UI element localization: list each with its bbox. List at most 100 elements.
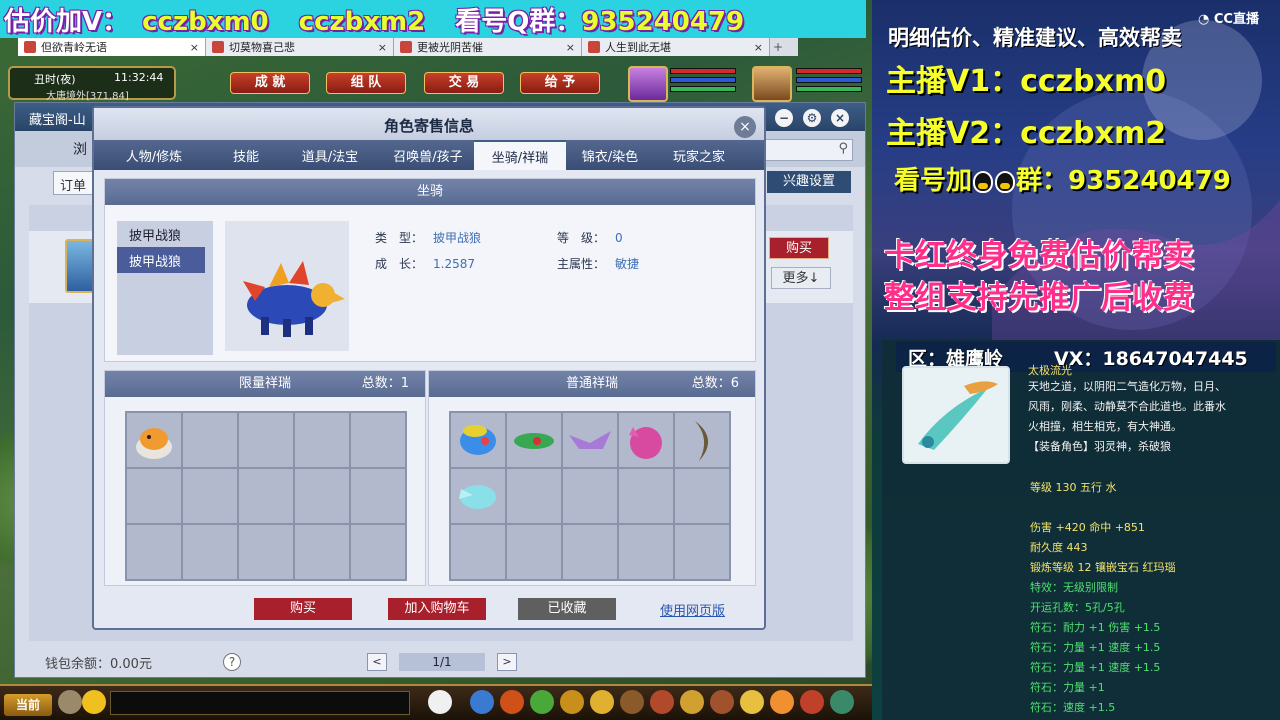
interest-settings-button[interactable]: 兴趣设置 bbox=[767, 171, 851, 193]
tab-close-icon[interactable]: × bbox=[190, 41, 199, 54]
player-portrait[interactable] bbox=[628, 66, 668, 102]
xiangrui-slot[interactable] bbox=[563, 469, 617, 523]
team-button[interactable]: 组 队 bbox=[326, 72, 406, 94]
xiangrui-slot[interactable] bbox=[295, 413, 349, 467]
xiangrui-slot[interactable] bbox=[507, 525, 561, 579]
tab-label: 切莫物喜己悲 bbox=[229, 41, 295, 54]
system-icon[interactable] bbox=[710, 690, 734, 714]
tab-close-icon[interactable]: × bbox=[566, 41, 575, 54]
mount-list-item-selected[interactable]: 披甲战狼 bbox=[117, 247, 205, 273]
xiangrui-slot[interactable] bbox=[451, 469, 505, 523]
settings-icon[interactable]: ⚙ bbox=[803, 109, 821, 127]
chat-input[interactable] bbox=[110, 691, 410, 715]
xiangrui-slot[interactable] bbox=[451, 413, 505, 467]
chat-channel-button[interactable]: 当前 bbox=[4, 694, 52, 716]
buy-button[interactable]: 购买 bbox=[254, 598, 352, 620]
pet-face-icon[interactable] bbox=[428, 690, 452, 714]
minimize-icon[interactable]: − bbox=[775, 109, 793, 127]
tab-home[interactable]: 玩家之家 bbox=[654, 140, 744, 170]
xiangrui-slot[interactable] bbox=[183, 525, 237, 579]
xiangrui-slot[interactable] bbox=[507, 469, 561, 523]
xiangrui-slot[interactable] bbox=[183, 469, 237, 523]
mp-bar bbox=[670, 77, 736, 83]
dialog-tabs: 人物/修炼 技能 道具/法宝 召唤兽/孩子 坐骑/祥瑞 锦衣/染色 玩家之家 bbox=[94, 140, 764, 170]
xiangrui-slot[interactable] bbox=[563, 413, 617, 467]
friend-icon[interactable] bbox=[740, 690, 764, 714]
emoji-icon[interactable] bbox=[82, 690, 106, 714]
trade-button[interactable]: 交 易 bbox=[424, 72, 504, 94]
xiangrui-slot[interactable] bbox=[675, 469, 729, 523]
item-image bbox=[902, 366, 1010, 464]
game-favicon-icon bbox=[588, 41, 600, 53]
team-icon[interactable] bbox=[620, 690, 644, 714]
xiangrui-slot[interactable] bbox=[239, 469, 293, 523]
close-icon[interactable]: × bbox=[831, 109, 849, 127]
tab-outfits[interactable]: 锦衣/染色 bbox=[566, 140, 654, 170]
browser-tab[interactable]: 切莫物喜己悲 × bbox=[206, 38, 394, 56]
pet-portrait[interactable] bbox=[752, 66, 792, 102]
xiangrui-slot[interactable] bbox=[619, 413, 673, 467]
use-web-version-link[interactable]: 使用网页版 bbox=[660, 600, 725, 619]
xiangrui-slot[interactable] bbox=[451, 525, 505, 579]
xiangrui-slot[interactable] bbox=[239, 413, 293, 467]
xiangrui-slot[interactable] bbox=[351, 413, 405, 467]
xiangrui-slot[interactable] bbox=[675, 413, 729, 467]
xiangrui-slot[interactable] bbox=[239, 525, 293, 579]
game-bottom-bar: 当前 bbox=[0, 684, 872, 720]
tab-skills[interactable]: 技能 bbox=[214, 140, 278, 170]
xiangrui-slot[interactable] bbox=[295, 469, 349, 523]
xiangrui-slot[interactable] bbox=[563, 525, 617, 579]
tab-pets[interactable]: 召唤兽/孩子 bbox=[382, 140, 474, 170]
browser-tab[interactable]: 人生到此无堪 × bbox=[582, 38, 770, 56]
browse-tab[interactable]: 浏 bbox=[73, 139, 87, 159]
xiangrui-slot[interactable] bbox=[127, 413, 181, 467]
gift-icon[interactable] bbox=[590, 690, 614, 714]
xiangrui-slot[interactable] bbox=[619, 469, 673, 523]
xiangrui-slot[interactable] bbox=[127, 525, 181, 579]
xiangrui-slot[interactable] bbox=[675, 525, 729, 579]
bag-icon[interactable] bbox=[560, 690, 584, 714]
favorited-button[interactable]: 已收藏 bbox=[518, 598, 616, 620]
tab-items[interactable]: 道具/法宝 bbox=[278, 140, 382, 170]
item-icon[interactable] bbox=[530, 690, 554, 714]
sword-icon[interactable] bbox=[470, 690, 494, 714]
banner-label-v: 估价加V： bbox=[4, 6, 129, 37]
add-to-cart-button[interactable]: 加入购物车 bbox=[388, 598, 486, 620]
give-button[interactable]: 给 予 bbox=[520, 72, 600, 94]
xiangrui-slot[interactable] bbox=[351, 525, 405, 579]
quest-icon[interactable] bbox=[680, 690, 704, 714]
pink-beast-icon bbox=[629, 427, 662, 459]
qq-penguin-icon bbox=[972, 166, 1016, 196]
tab-close-icon[interactable]: × bbox=[378, 41, 387, 54]
tab-mounts[interactable]: 坐骑/祥瑞 bbox=[474, 140, 566, 170]
help-icon[interactable]: ? bbox=[223, 653, 241, 671]
tab-character[interactable]: 人物/修炼 bbox=[94, 140, 214, 170]
guild-icon[interactable] bbox=[650, 690, 674, 714]
limited-xiangrui-header: 限量祥瑞 总数：1 bbox=[105, 371, 425, 397]
microphone-icon[interactable] bbox=[58, 690, 82, 714]
xiangrui-slot[interactable] bbox=[619, 525, 673, 579]
new-tab-button[interactable]: + bbox=[770, 38, 786, 56]
attack-icon[interactable] bbox=[500, 690, 524, 714]
browser-tab[interactable]: 但欲青岭无语 × bbox=[18, 38, 206, 56]
smile-icon[interactable] bbox=[770, 690, 794, 714]
next-page-button[interactable]: > bbox=[497, 653, 517, 671]
xiangrui-slot[interactable] bbox=[183, 413, 237, 467]
dialog-close-icon[interactable]: × bbox=[734, 116, 756, 138]
menu-icon[interactable] bbox=[800, 690, 824, 714]
prev-page-button[interactable]: < bbox=[367, 653, 387, 671]
tab-close-icon[interactable]: × bbox=[754, 41, 763, 54]
search-icon[interactable]: ⚲ bbox=[838, 141, 848, 156]
xiangrui-slot[interactable] bbox=[507, 413, 561, 467]
item-damage: 伤害 +420 命中 +851 bbox=[1030, 521, 1145, 534]
more-button[interactable]: 更多↓ bbox=[771, 267, 831, 289]
xiangrui-slot[interactable] bbox=[351, 469, 405, 523]
achievement-button[interactable]: 成 就 bbox=[230, 72, 310, 94]
listing-buy-button[interactable]: 购买 bbox=[769, 237, 829, 259]
mount-list-item[interactable]: 披甲战狼 bbox=[117, 221, 205, 247]
search-input[interactable]: ⚲ bbox=[759, 139, 853, 161]
browser-tab[interactable]: 更被光阴苦催 × bbox=[394, 38, 582, 56]
xiangrui-slot[interactable] bbox=[127, 469, 181, 523]
settings-gear-icon[interactable] bbox=[830, 690, 854, 714]
xiangrui-slot[interactable] bbox=[295, 525, 349, 579]
